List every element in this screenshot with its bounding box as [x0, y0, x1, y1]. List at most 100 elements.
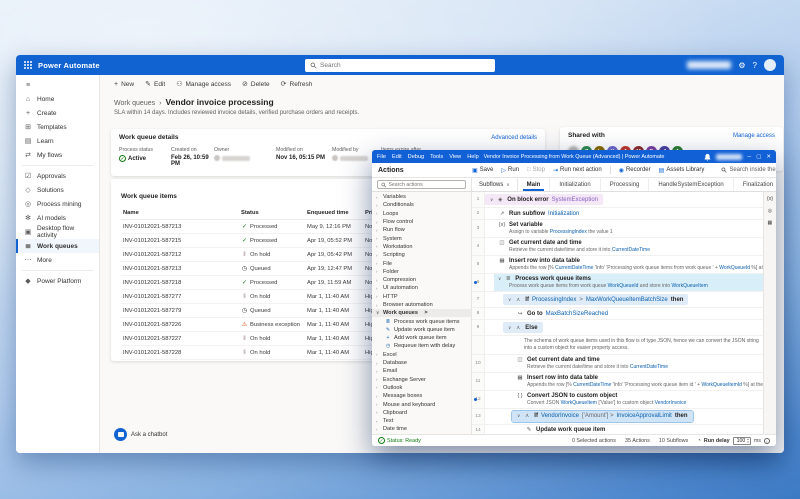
- action-group-exchange-server[interactable]: ›Exchange Server: [372, 376, 471, 384]
- toolbar-button-refresh[interactable]: ⟳Refresh: [281, 80, 313, 88]
- tab-main[interactable]: Main: [518, 178, 551, 191]
- tab-handlesystemexception[interactable]: HandleSystemException: [649, 178, 733, 191]
- sidebar-item-ai-models[interactable]: ✻AI models: [16, 211, 99, 225]
- sidebar-item-approvals[interactable]: ☑Approvals: [16, 169, 99, 183]
- minimize-button[interactable]: ─: [747, 154, 751, 160]
- tab-finalization[interactable]: Finalization: [734, 178, 776, 191]
- flow-action[interactable]: ∨⋏Else: [503, 322, 543, 333]
- stepper-arrows-icon[interactable]: ▴▾: [747, 438, 749, 444]
- action-group-compression[interactable]: ›Compression: [372, 276, 471, 284]
- action-group-database[interactable]: ›Database: [372, 359, 471, 367]
- variables-pane-icon[interactable]: {x}: [767, 196, 773, 202]
- column-enqueued-time[interactable]: Enqueued time: [305, 207, 363, 220]
- flow-action[interactable]: ✎Update work queue item: [521, 425, 763, 435]
- flow-action[interactable]: ∨◈On block errorSystemException: [485, 194, 603, 205]
- action-item-add-work-queue-item[interactable]: +Add work queue item: [372, 334, 471, 342]
- flow-action[interactable]: ∨≣Process work queue itemsProcess work q…: [494, 274, 763, 291]
- toolbar-button-delete[interactable]: ⊘Delete: [242, 80, 270, 88]
- toolbar-button-new[interactable]: +New: [114, 80, 134, 88]
- action-group-mouse-and-keyboard[interactable]: ›Mouse and keyboard: [372, 400, 471, 408]
- column-status[interactable]: Status: [239, 207, 305, 220]
- menu-debug[interactable]: Debug: [408, 154, 424, 160]
- flow-action[interactable]: ▦Insert row into data tableAppends the r…: [494, 256, 763, 273]
- chevron-down-icon[interactable]: ∨: [498, 276, 501, 282]
- chevron-down-icon[interactable]: ∨: [517, 413, 520, 419]
- menu-file[interactable]: File: [377, 154, 386, 160]
- flow-action[interactable]: ▦Insert row into data tableAppends the r…: [512, 373, 763, 390]
- waffle-icon[interactable]: [24, 61, 32, 69]
- action-group-run-flow[interactable]: ›Run flow: [372, 226, 471, 234]
- help-icon[interactable]: ?: [753, 61, 757, 70]
- flow-action[interactable]: ↗Run subflowInitialization: [494, 208, 763, 219]
- chevron-down-icon[interactable]: ∨: [490, 197, 493, 203]
- assets-library-button[interactable]: ▤Assets Library: [659, 167, 705, 174]
- action-group-ui-automation[interactable]: ›UI automation: [372, 284, 471, 292]
- flow-action[interactable]: ◫Get current date and timeRetrieve the c…: [494, 238, 763, 255]
- action-group-browser-automation[interactable]: ›Browser automation: [372, 301, 471, 309]
- sidebar-item-home[interactable]: ⌂Home: [16, 92, 99, 106]
- breakpoint-dot[interactable]: [474, 281, 477, 284]
- action-group-http[interactable]: ›HTTP: [372, 293, 471, 301]
- stop-button[interactable]: □Stop: [527, 167, 545, 173]
- action-group-flow-control[interactable]: ›Flow control: [372, 218, 471, 226]
- save-button[interactable]: ▣Save: [472, 167, 493, 174]
- maximize-button[interactable]: ▢: [756, 154, 761, 160]
- menu-view[interactable]: View: [449, 154, 461, 160]
- sidebar-item-learn[interactable]: ▤Learn: [16, 134, 99, 148]
- action-group-clipboard[interactable]: ›Clipboard: [372, 409, 471, 417]
- action-group-folder[interactable]: ›Folder: [372, 268, 471, 276]
- action-group-conditionals[interactable]: ›Conditionals: [372, 201, 471, 209]
- flow-comment[interactable]: The schema of work queue items used in t…: [512, 336, 763, 354]
- tab-initialization[interactable]: Initialization: [550, 178, 600, 191]
- action-group-work-queues[interactable]: ∨Work queues⚑: [372, 309, 471, 317]
- environment-name-redacted[interactable]: [687, 61, 731, 69]
- actions-search-input[interactable]: [388, 182, 462, 188]
- action-group-excel[interactable]: ›Excel: [372, 351, 471, 359]
- flow-action[interactable]: ∨⋏IfVendorInvoice ['Amount'] > InvoiceAp…: [512, 411, 693, 422]
- gear-icon[interactable]: ⚙: [738, 61, 745, 70]
- sidebar-item-solutions[interactable]: ◇Solutions: [16, 183, 99, 197]
- chevron-down-icon[interactable]: ∨: [508, 297, 511, 303]
- action-group-message-boxes[interactable]: ›Message boxes: [372, 392, 471, 400]
- chevron-down-icon[interactable]: ∨: [508, 325, 511, 331]
- tab-processing[interactable]: Processing: [601, 178, 650, 191]
- bell-icon[interactable]: [704, 153, 711, 161]
- breadcrumb-parent[interactable]: Work queues: [114, 100, 155, 107]
- sidebar-item-desktop-flow-activity[interactable]: ▣Desktop flow activity: [16, 225, 99, 239]
- manage-access-link[interactable]: Manage access: [733, 133, 775, 139]
- action-group-date-time[interactable]: ›Date time: [372, 425, 471, 433]
- action-group-outlook[interactable]: ›Outlook: [372, 384, 471, 392]
- column-name[interactable]: Name: [121, 207, 239, 220]
- breakpoint-dot[interactable]: [474, 398, 477, 401]
- action-item-update-work-queue-item[interactable]: ✎Update work queue item: [372, 326, 471, 334]
- action-group-workstation[interactable]: ›Workstation: [372, 243, 471, 251]
- menu-help[interactable]: Help: [467, 154, 479, 160]
- run-button[interactable]: ▷Run: [501, 167, 519, 174]
- sidebar-item-create[interactable]: +Create: [16, 106, 99, 120]
- toolbar-button-edit[interactable]: ✎Edit: [145, 80, 165, 88]
- sidebar-item-more[interactable]: ⋯More: [16, 253, 99, 267]
- action-item-process-work-queue-items[interactable]: ≣Process work queue items: [372, 317, 471, 325]
- images-pane-icon[interactable]: ▦: [768, 220, 773, 226]
- user-avatar[interactable]: [764, 59, 776, 71]
- advanced-details-link[interactable]: Advanced details: [491, 135, 537, 141]
- toolbar-button-manage-access[interactable]: ⚇Manage access: [176, 80, 231, 88]
- recorder-button[interactable]: ◉Recorder: [619, 167, 651, 174]
- action-group-text[interactable]: ›Text: [372, 417, 471, 425]
- actions-search[interactable]: [372, 178, 472, 191]
- sidebar-item-process-mining[interactable]: ◎Process mining: [16, 197, 99, 211]
- flow-action[interactable]: {x}Set variableAssign to variable Proces…: [494, 220, 763, 237]
- action-group-file[interactable]: ›File: [372, 259, 471, 267]
- search-input[interactable]: [320, 62, 490, 69]
- sidebar-item-my-flows[interactable]: ⇄My flows: [16, 148, 99, 162]
- flow-action[interactable]: ◫Get current date and timeRetrieve the c…: [512, 355, 763, 372]
- sidebar-item-power-platform[interactable]: ◆Power Platform: [16, 274, 99, 288]
- close-button[interactable]: ✕: [766, 154, 771, 160]
- ui-elements-pane-icon[interactable]: ◎: [768, 208, 773, 214]
- info-icon[interactable]: i: [764, 438, 770, 444]
- action-group-variables[interactable]: ›Variables: [372, 193, 471, 201]
- sidebar-collapse-button[interactable]: ≡: [16, 78, 99, 92]
- flow-action[interactable]: { }Convert JSON to custom objectConvert …: [512, 391, 763, 408]
- chatbot-button[interactable]: Ask a chatbot: [114, 428, 167, 441]
- run-delay-input[interactable]: 100 ▴▾: [733, 437, 751, 445]
